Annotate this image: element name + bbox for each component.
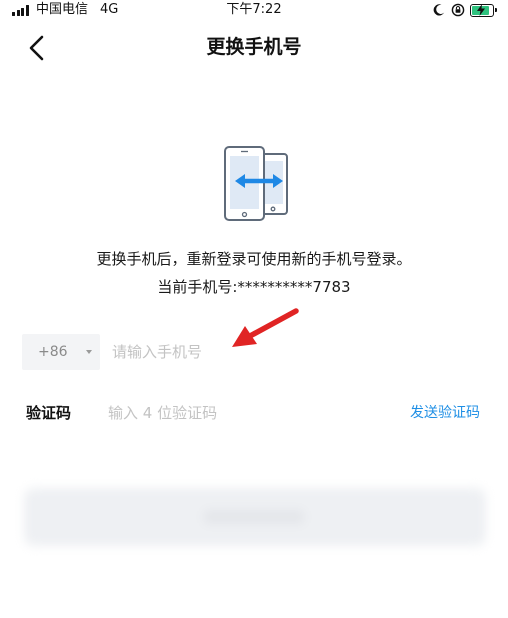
country-code-value: +86 <box>38 344 68 360</box>
phone-swap-icon <box>224 146 288 221</box>
moon-icon <box>433 4 445 16</box>
orientation-lock-icon <box>451 3 465 17</box>
status-right <box>432 2 497 18</box>
send-code-button[interactable]: 发送验证码 <box>410 402 480 424</box>
caret-down-icon <box>86 350 92 354</box>
nav-bar: 更换手机号 <box>0 24 508 72</box>
page-title: 更换手机号 <box>206 36 302 58</box>
verification-code-label: 验证码 <box>26 404 72 422</box>
country-code-select[interactable]: +86 <box>22 334 100 370</box>
battery-icon <box>470 3 497 17</box>
verification-code-input[interactable] <box>108 398 378 428</box>
confirm-button-label-placeholder <box>204 510 304 524</box>
confirm-button[interactable] <box>24 488 486 546</box>
change-phone-screen: 中国电信 4G 下午7:22 更换手机号 更换手机后，重新登录可使用新的手机号登… <box>0 0 508 618</box>
red-pointer-arrow-icon <box>232 308 299 347</box>
charging-bolt-icon <box>477 3 485 16</box>
status-bar: 中国电信 4G 下午7:22 <box>0 0 508 22</box>
change-info-text: 更换手机后，重新登录可使用新的手机号登录。 <box>96 250 412 268</box>
current-phone-text: 当前手机号:**********7783 <box>157 278 351 296</box>
